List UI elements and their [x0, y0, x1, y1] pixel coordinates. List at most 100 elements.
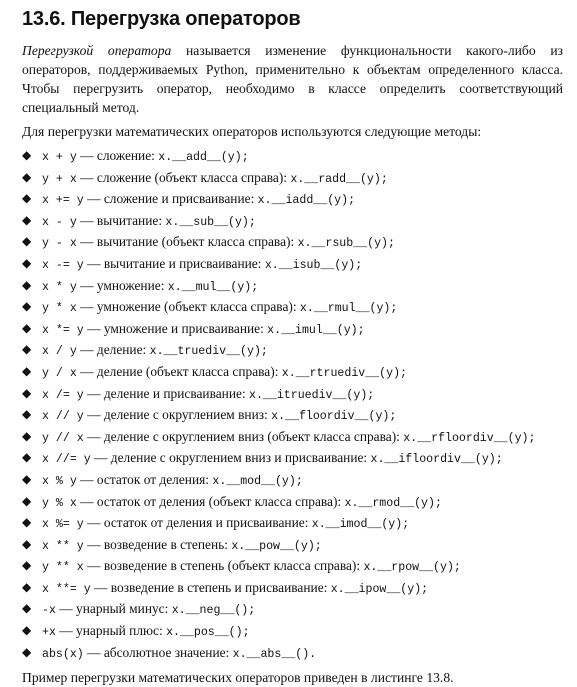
operator-expression: x // y: [42, 410, 84, 424]
method-name: x.__rsub__(y);: [297, 237, 395, 251]
method-name: x.__itruediv__(y);: [249, 388, 375, 402]
operator-description: — деление (объект класса справа):: [76, 363, 282, 379]
diamond-bullet-icon: ◆: [22, 169, 32, 184]
diamond-bullet-icon: ◆: [22, 623, 32, 638]
diamond-bullet-icon: ◆: [22, 191, 32, 206]
operator-description: — остаток от деления (объект класса спра…: [76, 493, 345, 509]
diamond-bullet-icon: ◆: [22, 601, 32, 616]
operator-item: ◆ y * x — умножение (объект класса справа…: [22, 296, 563, 318]
operator-expression: x + y: [42, 151, 77, 164]
method-name: x.__rmul__(y);: [299, 302, 398, 316]
method-name: x.__abs__().: [232, 647, 317, 661]
operator-description: — возведение в степень (объект класса сп…: [83, 558, 364, 574]
method-name: x.__mul__(y);: [167, 280, 259, 294]
operator-expression: x += y: [42, 194, 84, 208]
operator-list: ◆ x + y — сложение: x.__add__(y); ◆ y + x —…: [22, 145, 563, 663]
operator-description: — унарный плюс:: [55, 623, 167, 639]
diamond-bullet-icon: ◆: [22, 363, 32, 378]
diamond-bullet-icon: ◆: [22, 407, 32, 422]
operator-expression: x -= y: [42, 258, 84, 272]
operator-item: ◆ x * y — умножение: x.__mul__(y);: [22, 275, 563, 297]
intro-term: Перегрузкой оператора: [22, 43, 172, 58]
operator-description: — унарный минус:: [55, 601, 172, 617]
operator-item: ◆ y / x — деление (объект класса справа):…: [22, 361, 563, 383]
operator-expression: x /= y: [42, 388, 84, 402]
operator-expression: y % x: [42, 496, 77, 510]
operator-item: ◆ +x — унарный плюс: x.__pos__();: [22, 620, 563, 642]
operator-expression: y + x: [42, 172, 77, 186]
operator-description: — деление:: [76, 342, 150, 358]
operator-item: ◆ x *= y — умножение и присваивание: x.__…: [22, 318, 563, 340]
operator-description: — сложение (объект класса справа):: [76, 169, 291, 185]
method-name: x.__imod__(y);: [311, 518, 410, 532]
diamond-bullet-icon: ◆: [22, 644, 32, 659]
diamond-bullet-icon: ◆: [22, 579, 32, 594]
operator-description: — умножение и присваивание:: [83, 320, 268, 336]
method-name: x.__ipow__(y);: [330, 582, 429, 596]
operator-description: — сложение:: [76, 148, 159, 163]
operator-expression: y / x: [42, 366, 77, 380]
diamond-bullet-icon: ◆: [22, 385, 32, 400]
operator-item: ◆ x + y — сложение: x.__add__(y);: [22, 145, 563, 167]
method-name: x.__floordiv__(y);: [271, 410, 397, 424]
operator-item: ◆ x % y — остаток от деления: x.__mod__(y…: [22, 469, 563, 491]
diamond-bullet-icon: ◆: [22, 255, 32, 270]
operator-item: ◆ y // x — деление с округлением вниз (об…: [22, 426, 563, 448]
method-name: x.__neg__();: [171, 604, 256, 618]
diamond-bullet-icon: ◆: [22, 536, 32, 551]
section-title: 13.6. Перегрузка операторов: [22, 8, 301, 30]
operator-expression: x * y: [42, 280, 77, 294]
operator-item: ◆ x - y — вычитание: x.__sub__(y);: [22, 210, 563, 232]
operator-description: — вычитание:: [76, 212, 166, 228]
method-name: x.__pow__(y);: [231, 539, 322, 553]
diamond-bullet-icon: ◆: [22, 558, 32, 573]
operator-expression: y * x: [42, 302, 77, 316]
operator-expression: x **= y: [42, 582, 91, 596]
method-name: x.__mod__(y);: [212, 474, 303, 488]
method-name: x.__add__(y);: [158, 151, 249, 164]
list-lead: Для перегрузки математических операторов…: [22, 124, 482, 139]
operator-description: — возведение в степень и присваивание:: [90, 579, 331, 595]
diamond-bullet-icon: ◆: [22, 277, 32, 292]
operator-description: — остаток от деления:: [76, 471, 213, 487]
operator-expression: y - x: [42, 237, 77, 251]
diamond-bullet-icon: ◆: [22, 234, 32, 249]
method-name: x.__rtruediv__(y);: [281, 366, 407, 380]
operator-expression: y // x: [42, 431, 84, 445]
method-name: x.__radd__(y);: [290, 172, 388, 186]
operator-expression: x % y: [42, 474, 77, 488]
operator-item: ◆ x ** y — возведение в степень: x.__pow_…: [22, 534, 563, 556]
diamond-bullet-icon: ◆: [22, 450, 32, 465]
operator-description: — вычитание и присваивание:: [83, 255, 265, 271]
operator-item: ◆ x -= y — вычитание и присваивание: x.__…: [22, 253, 563, 275]
method-name: x.__pos__();: [166, 626, 250, 640]
method-name: x.__truediv__(y);: [149, 345, 268, 359]
method-name: x.__rfloordiv__(y);: [403, 431, 536, 445]
diamond-bullet-icon: ◆: [22, 428, 32, 443]
operator-item: ◆ x / y — деление: x.__truediv__(y);: [22, 339, 563, 361]
operator-expression: y ** x: [42, 561, 84, 575]
operator-item: ◆ x //= y — деление с округлением вниз и …: [22, 447, 563, 469]
operator-expression: x ** y: [42, 539, 84, 553]
diamond-bullet-icon: ◆: [22, 471, 32, 486]
diamond-bullet-icon: ◆: [22, 515, 32, 530]
operator-item: ◆ y ** x — возведение в степень (объект к…: [22, 555, 563, 577]
operator-item: ◆ x /= y — деление и присваивание: x.__it…: [22, 383, 563, 405]
method-name: x.__ifloordiv__(y);: [370, 453, 503, 467]
method-name: x.__iadd__(y);: [257, 194, 356, 208]
diamond-bullet-icon: ◆: [22, 148, 32, 162]
intro-paragraph: Перегрузкой оператора называется изменен…: [22, 41, 563, 117]
operator-description: — остаток от деления и присваивание:: [83, 515, 312, 531]
operator-expression: x / y: [42, 345, 77, 359]
operator-expression: x //= y: [42, 453, 91, 467]
diamond-bullet-icon: ◆: [22, 320, 32, 335]
operator-description: — деление с округлением вниз (объект кла…: [83, 428, 404, 444]
operator-item: ◆ x **= y — возведение в степень и присва…: [22, 577, 563, 599]
operator-item: ◆ x += y — сложение и присваивание: x.__i…: [22, 188, 563, 210]
diamond-bullet-icon: ◆: [22, 212, 32, 227]
diamond-bullet-icon: ◆: [22, 493, 32, 508]
operator-expression: x *= y: [42, 323, 84, 337]
document-page: 13.6. Перегрузка операторов Перегрузкой …: [0, 0, 577, 685]
operator-item: ◆ abs(x) — абсолютное значение: x.__abs__…: [22, 642, 563, 664]
method-name: x.__imul__(y);: [267, 323, 365, 337]
